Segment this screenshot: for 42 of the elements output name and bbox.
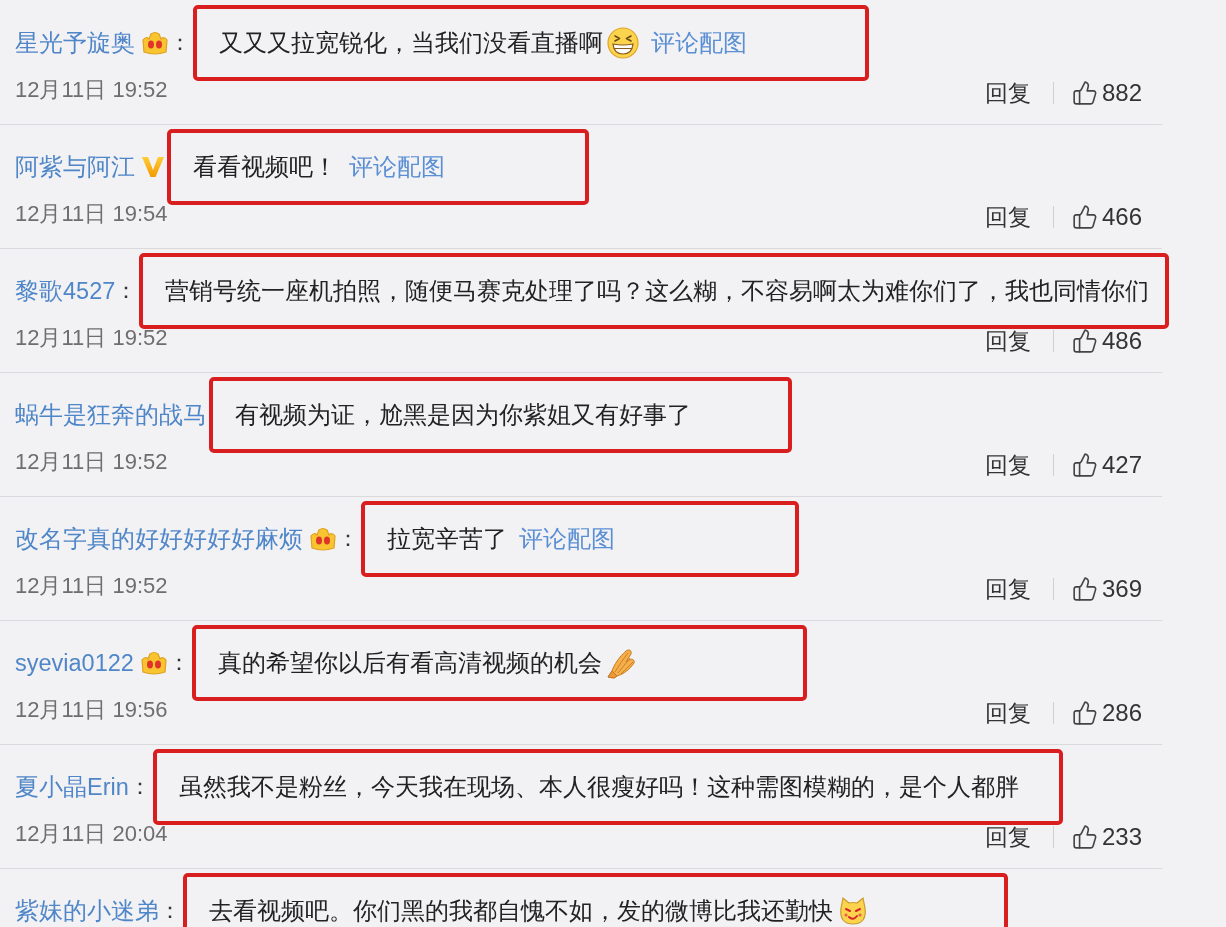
thumbs-up-icon	[1071, 700, 1098, 726]
reply-link[interactable]: 回复	[984, 823, 1031, 851]
timestamp: 12月11日 19:52	[15, 572, 168, 600]
timestamp: 12月11日 19:54	[15, 200, 168, 228]
comment-text: 虽然我不是粉丝，今天我在现场、本人很瘦好吗！这种需图模糊的，是个人都胖	[178, 773, 1019, 801]
thumbs-up-icon	[1071, 80, 1098, 106]
thumbs-up-icon	[1071, 452, 1098, 478]
thumbs-up-icon	[1071, 204, 1098, 230]
reply-link[interactable]: 回复	[984, 575, 1031, 603]
colon: ：	[128, 773, 151, 801]
thumbs-up-icon	[1071, 824, 1098, 850]
colon: ：	[169, 29, 191, 57]
like-button[interactable]: 882	[1071, 79, 1142, 107]
like-button[interactable]: 286	[1071, 699, 1142, 727]
comment-text: 有视频为证，尬黑是因为你紫姐又有好事了	[235, 401, 691, 429]
timestamp: 12月11日 19:52	[15, 76, 168, 104]
like-button[interactable]: 486	[1071, 327, 1142, 355]
reply-link[interactable]: 回复	[984, 699, 1031, 727]
comment-text: 去看视频吧。你们黑的我都自愧不如，发的微博比我还勤快	[209, 897, 833, 925]
thumbs-up-icon	[1071, 576, 1098, 602]
colon: ：	[167, 649, 190, 677]
comment-text: 营销号统一座机拍照，随便马赛克处理了吗？这么糊，不容易啊太为难你们了，我也同情你们	[165, 277, 1150, 305]
timestamp: 12月11日 20:04	[15, 820, 168, 848]
colon: ：	[159, 897, 181, 925]
like-button[interactable]: 369	[1071, 575, 1142, 603]
reply-link[interactable]: 回复	[984, 327, 1031, 355]
like-button[interactable]: 233	[1071, 823, 1142, 851]
timestamp: 12月11日 19:52	[15, 324, 168, 352]
comment-text: 又又又拉宽锐化，当我们没看直播啊	[219, 29, 603, 57]
comment-text: 看看视频吧！	[193, 153, 337, 181]
thumbs-up-icon	[1071, 328, 1098, 354]
comment-text: 真的希望你以后有看高清视频的机会	[217, 649, 602, 677]
colon: ：	[337, 525, 359, 553]
like-button[interactable]: 466	[1071, 203, 1142, 231]
reply-link[interactable]: 回复	[984, 79, 1031, 107]
reply-link[interactable]: 回复	[984, 451, 1031, 479]
timestamp: 12月11日 19:56	[15, 696, 168, 724]
reply-link[interactable]: 回复	[984, 203, 1031, 231]
colon: ：	[115, 277, 138, 305]
like-button[interactable]: 427	[1071, 451, 1142, 479]
timestamp: 12月11日 19:52	[15, 448, 168, 476]
comment-text: 拉宽辛苦了	[387, 525, 507, 553]
